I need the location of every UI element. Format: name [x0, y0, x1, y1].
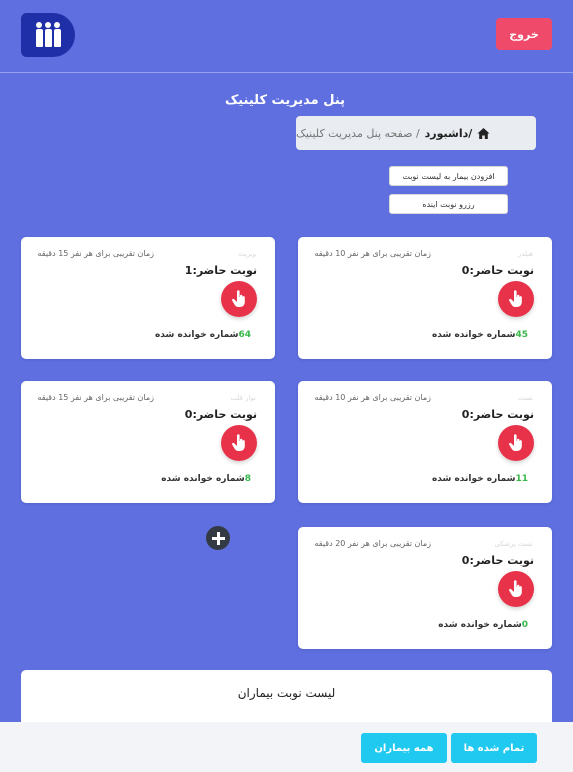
read-count-number: 11 [515, 474, 528, 484]
breadcrumb-dashboard-link[interactable]: /داشبورد [425, 127, 473, 140]
queue-wait-time: زمان تقریبی برای هر نفر 20 دقیقه [314, 539, 432, 548]
home-icon[interactable] [477, 127, 490, 140]
call-next-button[interactable] [221, 281, 257, 317]
hand-pointer-icon [509, 434, 522, 451]
queue-name: هیلدر [517, 250, 533, 258]
call-next-button[interactable] [221, 425, 257, 461]
read-count-label: شماره خوانده شده [438, 620, 522, 630]
read-count-label: شماره خوانده شده [154, 330, 239, 340]
call-next-button[interactable] [498, 425, 534, 461]
queue-name: تست [517, 394, 533, 402]
queue-card: ویزیت زمان تقریبی برای هر نفر 15 دقیقه ن… [21, 237, 275, 359]
person-icon [44, 22, 52, 48]
queue-name: تست پزشکی [494, 540, 533, 548]
queue-wait-time: زمان تقریبی برای هر نفر 15 دقیقه [37, 393, 155, 402]
add-patient-to-queue-button[interactable]: افزودن بیمار به لیست نوبت [389, 166, 508, 186]
page-title: پنل مدیریت کلینیک [224, 93, 346, 108]
call-next-button[interactable] [498, 571, 534, 607]
breadcrumb-current: / صفحه پنل مدیریت کلینیک [296, 126, 420, 140]
queue-wait-time: زمان تقریبی برای هر نفر 15 دقیقه [37, 249, 155, 258]
hand-pointer-icon [232, 434, 245, 451]
read-count-text: 8شماره خوانده شده [161, 474, 251, 484]
queue-present-number: نوبت حاضر:0 [461, 264, 534, 277]
queue-wait-time: زمان تقریبی برای هر نفر 10 دقیقه [314, 249, 432, 258]
read-count-number: 64 [238, 330, 251, 340]
queue-card: هیلدر زمان تقریبی برای هر نفر 10 دقیقه ن… [298, 237, 552, 359]
read-count-text: 11شماره خوانده شده [432, 474, 528, 484]
read-count-number: 0 [521, 620, 528, 630]
queue-card: نوار قلب زمان تقریبی برای هر نفر 15 دقیق… [21, 381, 275, 503]
read-count-text: 0شماره خوانده شده [438, 620, 528, 630]
person-icon [35, 22, 43, 48]
hand-pointer-icon [509, 290, 522, 307]
patients-list-title: لیست نوبت بیماران [237, 686, 336, 700]
read-count-label: شماره خوانده شده [431, 330, 516, 340]
add-queue-button[interactable] [206, 526, 230, 550]
queue-present-number: نوبت حاضر:0 [461, 408, 534, 421]
hand-pointer-icon [232, 290, 245, 307]
hand-pointer-icon [509, 580, 522, 597]
queue-name: ویزیت [237, 250, 256, 258]
queue-card: تست زمان تقریبی برای هر نفر 10 دقیقه نوب… [298, 381, 552, 503]
logout-button[interactable]: خروج [496, 18, 552, 50]
queue-card: تست پزشکی زمان تقریبی برای هر نفر 20 دقی… [298, 527, 552, 649]
read-count-number: 45 [515, 330, 528, 340]
read-count-text: 64شماره خوانده شده [155, 330, 251, 340]
queue-present-number: نوبت حاضر:0 [461, 554, 534, 567]
finished-patients-button[interactable]: تمام شده ها [451, 733, 537, 763]
queue-present-number: نوبت حاضر:0 [184, 408, 257, 421]
call-next-button[interactable] [498, 281, 534, 317]
all-patients-button[interactable]: همه بیماران [361, 733, 447, 763]
queue-wait-time: زمان تقریبی برای هر نفر 10 دقیقه [314, 393, 432, 402]
breadcrumb: /داشبورد / صفحه پنل مدیریت کلینیک [296, 116, 536, 150]
clinic-logo [21, 13, 75, 57]
read-count-label: شماره خوانده شده [161, 474, 245, 484]
person-icon [53, 22, 61, 48]
queue-present-number: نوبت حاضر:1 [184, 264, 257, 277]
read-count-label: شماره خوانده شده [431, 474, 516, 484]
read-count-text: 45شماره خوانده شده [432, 330, 528, 340]
queue-name: نوار قلب [230, 394, 256, 402]
header-divider [0, 72, 573, 73]
reserve-appointment-button[interactable]: رزرو نوبت اینده [389, 194, 508, 214]
read-count-number: 8 [244, 474, 251, 484]
